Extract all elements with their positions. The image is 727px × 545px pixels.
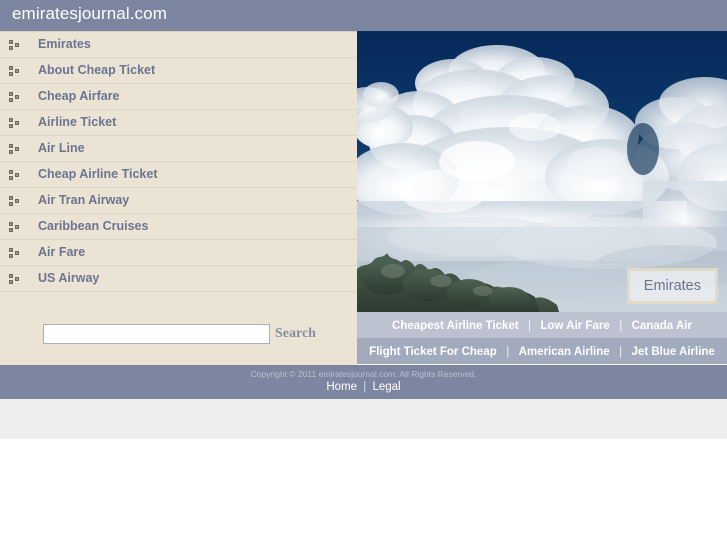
squares-bullet-icon [9, 40, 20, 50]
footer-links: Home | Legal [0, 379, 727, 393]
squares-bullet-icon [9, 274, 20, 284]
promo-link-row-1: Cheapest Airline Ticket | Low Air Fare |… [357, 312, 727, 338]
sidebar-item-label: Air Line [38, 141, 85, 155]
sidebar-item-caribbean-cruises[interactable]: Caribbean Cruises [0, 214, 357, 240]
sidebar-nav-list: Emirates About Cheap Ticket Cheap Airfar… [0, 32, 357, 292]
site-header: emiratesjournal.com [0, 0, 727, 31]
site-title: emiratesjournal.com [12, 4, 167, 23]
sidebar-item-cheap-airline-ticket[interactable]: Cheap Airline Ticket [0, 162, 357, 188]
hero-badge: Emirates [626, 268, 718, 304]
promo-link[interactable]: Canada Air [632, 320, 692, 332]
sidebar-item-label: Air Fare [38, 245, 86, 259]
hero-image: Emirates [357, 31, 727, 312]
sidebar-item-air-fare[interactable]: Air Fare [0, 240, 357, 266]
promo-link[interactable]: Low Air Fare [541, 320, 610, 332]
squares-bullet-icon [9, 170, 20, 180]
squares-bullet-icon [9, 144, 20, 154]
squares-bullet-icon [9, 118, 20, 128]
sidebar-item-label: About Cheap Ticket [38, 63, 156, 77]
link-separator: | [528, 320, 532, 332]
sidebar-item-airline-ticket[interactable]: Airline Ticket [0, 110, 357, 136]
promo-link[interactable]: Flight Ticket For Cheap [369, 346, 497, 358]
link-separator: | [619, 320, 623, 332]
sidebar-item-label: Caribbean Cruises [38, 219, 149, 233]
sidebar-item-label: Cheap Airfare [38, 89, 120, 103]
sidebar-item-air-line[interactable]: Air Line [0, 136, 357, 162]
sidebar-item-us-airway[interactable]: US Airway [0, 266, 357, 292]
squares-bullet-icon [9, 248, 20, 258]
sidebar-item-air-tran-airway[interactable]: Air Tran Airway [0, 188, 357, 214]
sidebar-item-cheap-airfare[interactable]: Cheap Airfare [0, 84, 357, 110]
content-row: Emirates About Cheap Ticket Cheap Airfar… [0, 31, 727, 365]
promo-link[interactable]: American Airline [519, 346, 610, 358]
search-button[interactable]: Search [275, 326, 316, 342]
copyright-text: Copyright © 2011 emiratesjournal.com. Al… [250, 369, 477, 379]
squares-bullet-icon [9, 66, 20, 76]
promo-link[interactable]: Jet Blue Airline [632, 346, 715, 358]
search-area: Search [0, 308, 357, 366]
squares-bullet-icon [9, 196, 20, 206]
page-root: emiratesjournal.com Emirates About Cheap… [0, 0, 727, 545]
sidebar-item-label: Airline Ticket [38, 115, 117, 129]
link-separator: | [506, 346, 510, 358]
footer-link-separator: | [363, 381, 367, 393]
sidebar-item-label: US Airway [38, 271, 100, 285]
sidebar-item-label: Cheap Airline Ticket [38, 167, 158, 181]
link-separator: | [619, 346, 623, 358]
site-footer: Copyright © 2011 emiratesjournal.com. Al… [0, 365, 727, 399]
promo-link[interactable]: Cheapest Airline Ticket [392, 320, 519, 332]
below-fold-area [0, 399, 727, 439]
promo-link-row-2: Flight Ticket For Cheap | American Airli… [357, 338, 727, 364]
right-panel: Emirates Cheapest Airline Ticket | Low A… [357, 31, 727, 365]
search-input[interactable] [43, 324, 270, 344]
squares-bullet-icon [9, 92, 20, 102]
sidebar-item-label: Emirates [38, 37, 91, 51]
squares-bullet-icon [9, 222, 20, 232]
page-background-area [0, 439, 727, 545]
sidebar-item-about-cheap-ticket[interactable]: About Cheap Ticket [0, 58, 357, 84]
footer-link-legal[interactable]: Legal [372, 381, 400, 393]
footer-link-home[interactable]: Home [326, 381, 357, 393]
sidebar-item-label: Air Tran Airway [38, 193, 130, 207]
sidebar-item-emirates[interactable]: Emirates [0, 32, 357, 58]
sidebar: Emirates About Cheap Ticket Cheap Airfar… [0, 31, 357, 365]
